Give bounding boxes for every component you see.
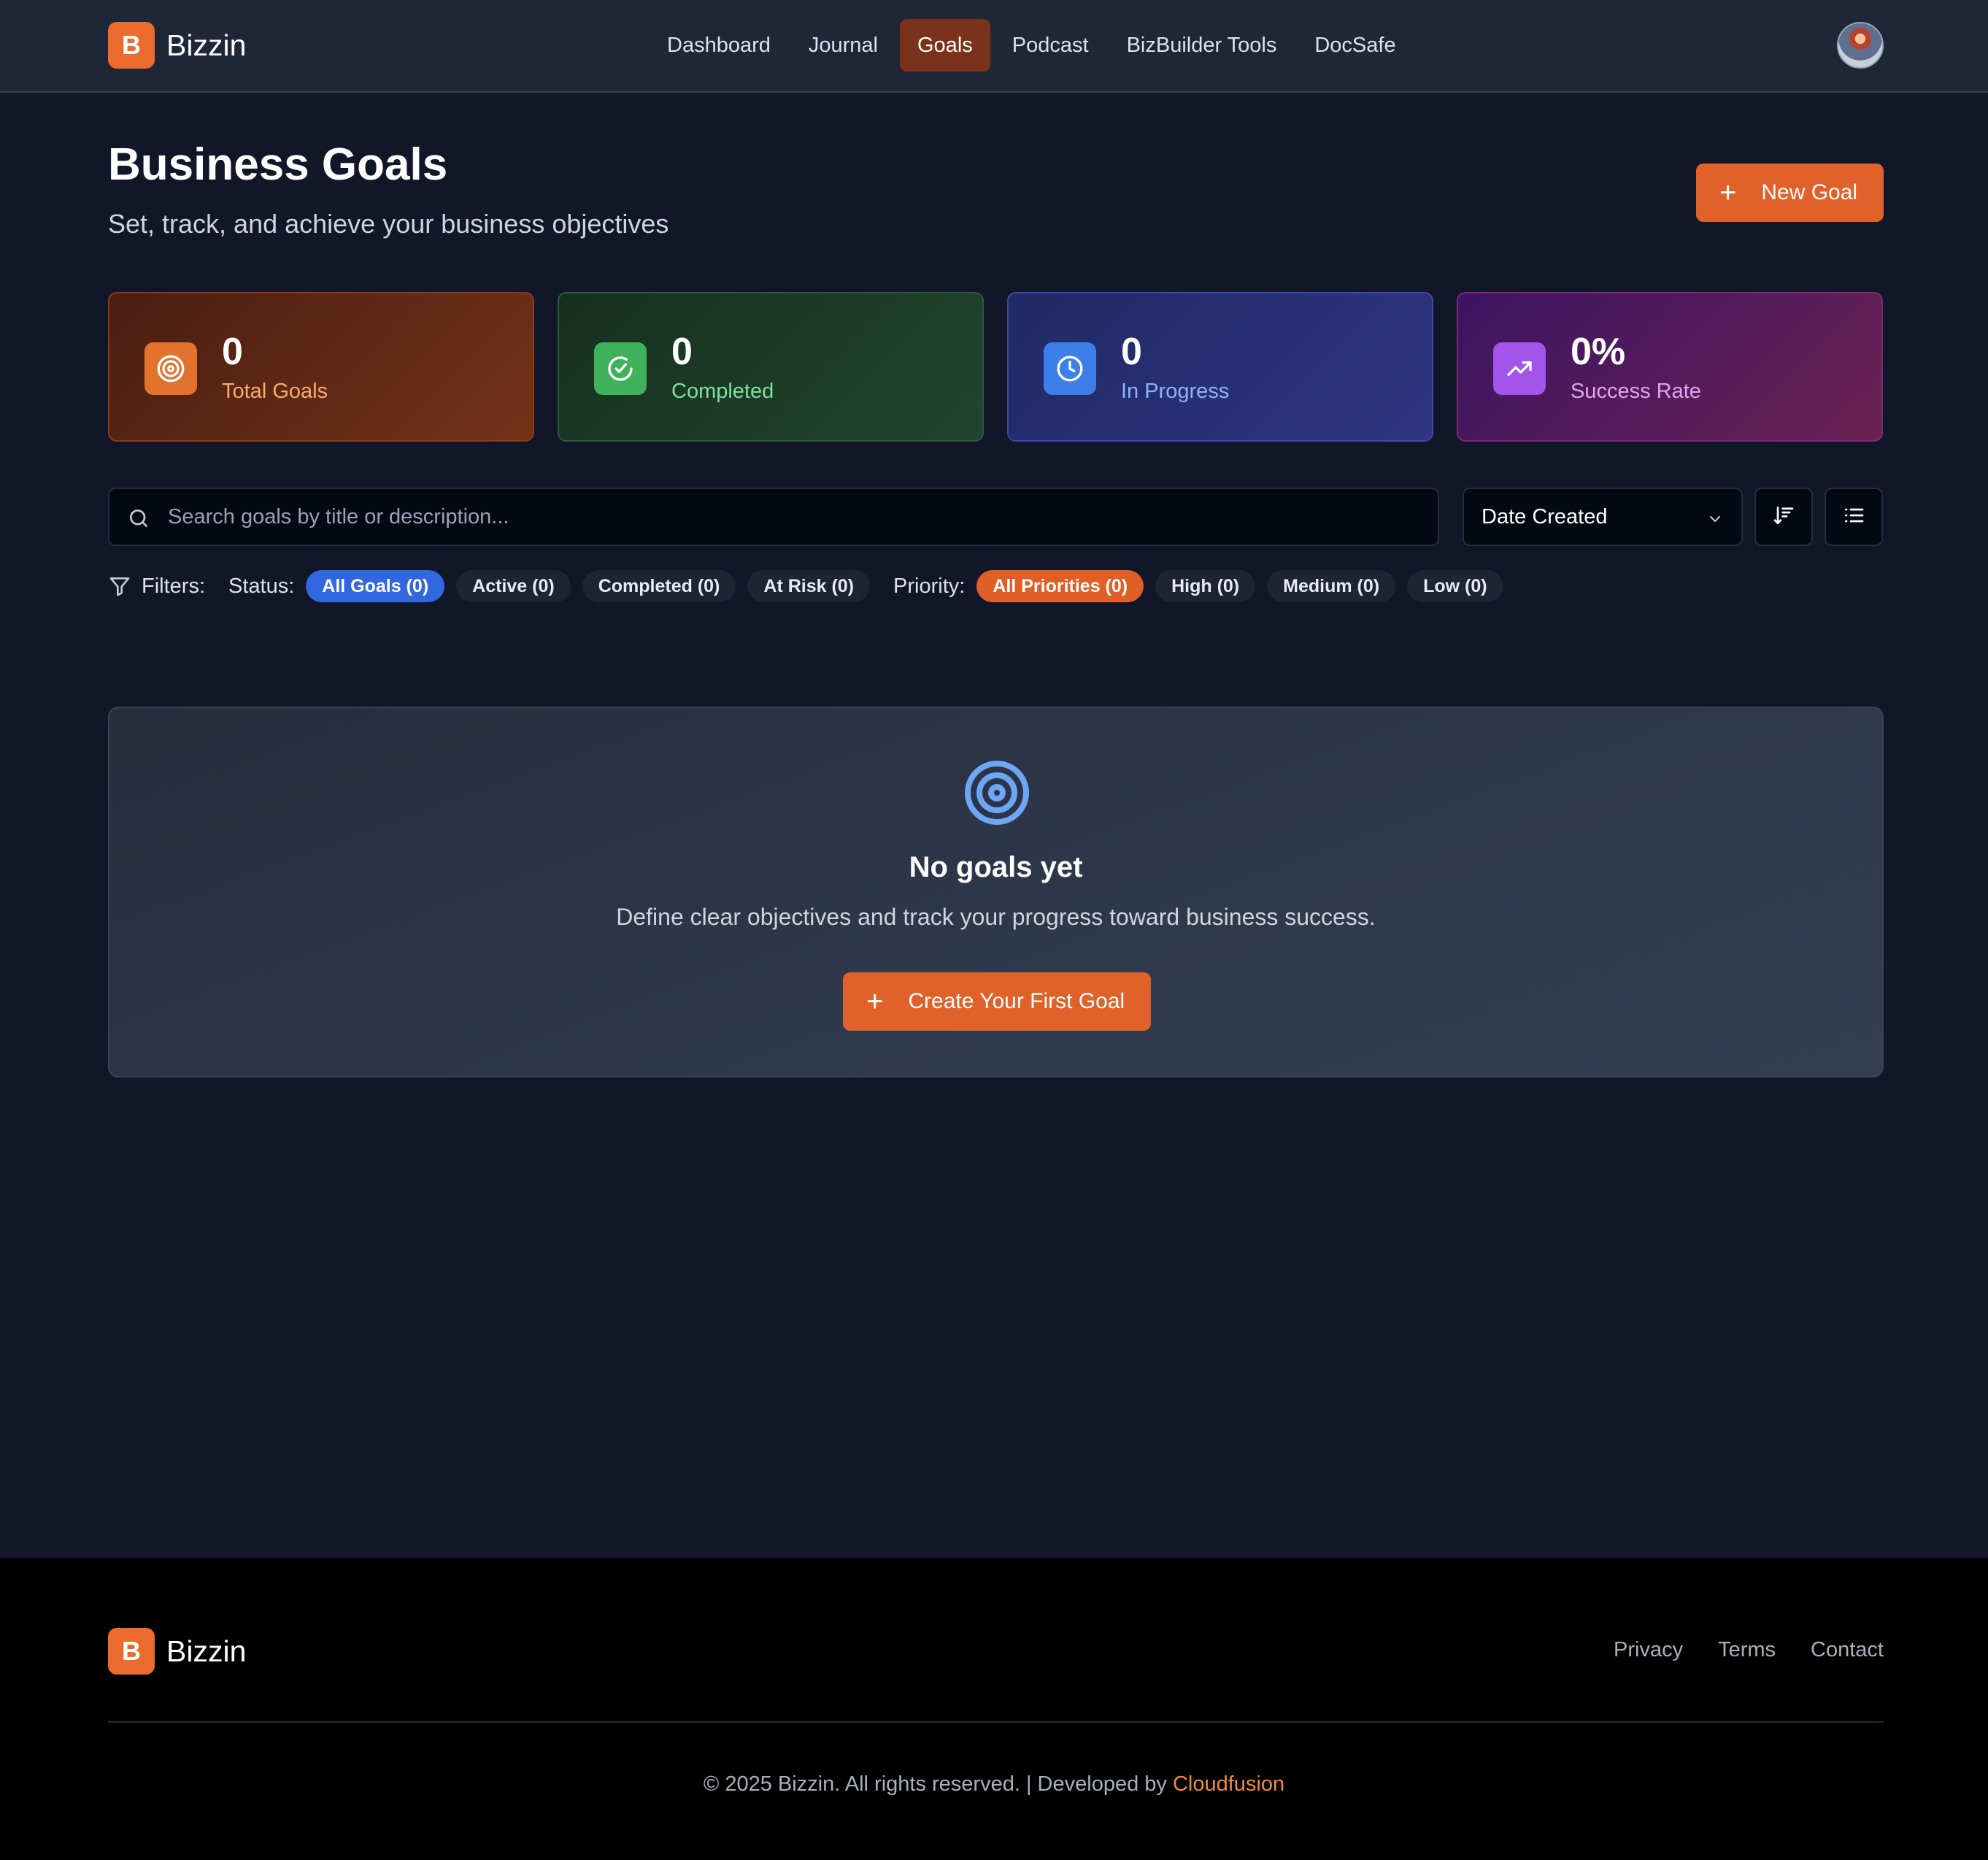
brand-name: Bizzin [166,1634,247,1668]
priority-chip-all[interactable]: All Priorities (0) [976,570,1144,602]
stat-card-success-rate: 0% Success Rate [1457,292,1883,442]
status-chip-at-risk[interactable]: At Risk (0) [747,570,871,602]
footer-brand-logo[interactable]: B Bizzin [108,1628,246,1675]
stat-label: Success Rate [1571,380,1701,403]
nav-docsafe[interactable]: DocSafe [1295,19,1414,72]
search-icon [127,507,150,534]
target-icon [145,342,197,395]
search-input[interactable] [168,489,1423,545]
stat-label: In Progress [1121,380,1230,403]
top-navbar: B Bizzin Dashboard Journal Goals Podcast… [0,0,1988,93]
copyright-text: © 2025 Bizzin. All rights reserved. | De… [703,1772,1173,1796]
stat-value: 0 [671,331,693,373]
priority-chip-low[interactable]: Low (0) [1407,570,1503,602]
clock-icon [1044,342,1096,395]
developer-link[interactable]: Cloudfusion [1173,1772,1284,1796]
sort-selected-value: Date Created [1482,504,1608,529]
logo-mark: B [108,22,155,69]
stat-value: 0% [1571,331,1626,373]
list-view-button[interactable] [1825,488,1883,546]
chevron-down-icon [1706,510,1724,534]
stat-card-in-progress: 0 In Progress [1007,292,1433,442]
status-chip-all[interactable]: All Goals (0) [306,570,445,602]
trending-up-icon [1493,342,1546,395]
logo-mark: B [108,1628,155,1675]
stat-card-total-goals: 0 Total Goals [108,292,534,442]
page-title: Business Goals [108,139,448,190]
stat-value: 0 [222,331,243,373]
empty-state-description: Define clear objectives and track your p… [616,904,1376,930]
empty-state-card: No goals yet Define clear objectives and… [108,707,1884,1077]
filters-label: Filters: [142,574,205,598]
stat-card-completed: 0 Completed [558,292,984,442]
new-goal-button[interactable]: + New Goal [1696,164,1884,222]
stat-value: 0 [1121,331,1142,373]
sort-select[interactable]: Date Created [1463,488,1743,546]
check-circle-icon [594,342,647,395]
main-nav: Dashboard Journal Goals Podcast BizBuild… [648,19,1415,72]
status-label: Status: [228,574,295,598]
status-chip-completed[interactable]: Completed (0) [582,570,736,602]
user-avatar[interactable] [1837,22,1884,69]
plus-icon: + [1719,177,1737,209]
footer-link-privacy[interactable]: Privacy [1614,1638,1683,1662]
list-icon [1842,504,1865,531]
new-goal-label: New Goal [1761,180,1858,204]
priority-chip-high[interactable]: High (0) [1155,570,1256,602]
nav-bizbuilder-tools[interactable]: BizBuilder Tools [1108,19,1296,72]
brand-name: Bizzin [166,28,247,62]
priority-chip-medium[interactable]: Medium (0) [1267,570,1396,602]
empty-state-title: No goals yet [909,851,1083,883]
footer: B Bizzin Privacy Terms Contact © 2025 Bi… [0,1558,1988,1860]
target-icon [962,758,1032,831]
nav-dashboard[interactable]: Dashboard [648,19,790,72]
nav-goals[interactable]: Goals [900,19,990,72]
create-first-goal-label: Create Your First Goal [908,989,1125,1013]
page-subtitle: Set, track, and achieve your business ob… [108,209,669,239]
filter-bar: Filters: Status: All Goals (0) Active (0… [108,569,1515,603]
status-chip-active[interactable]: Active (0) [456,570,571,602]
create-first-goal-button[interactable]: + Create Your First Goal [843,972,1151,1031]
brand-logo[interactable]: B Bizzin [108,22,246,69]
sort-direction-button[interactable] [1754,488,1813,546]
footer-links: Privacy Terms Contact [1579,1638,1884,1662]
footer-link-terms[interactable]: Terms [1718,1638,1776,1662]
footer-divider [108,1721,1884,1723]
nav-journal[interactable]: Journal [790,19,897,72]
copyright: © 2025 Bizzin. All rights reserved. | De… [0,1772,1988,1796]
priority-label: Priority: [893,574,966,598]
stat-label: Total Goals [222,380,328,403]
footer-link-contact[interactable]: Contact [1811,1638,1884,1662]
nav-podcast[interactable]: Podcast [993,19,1108,72]
filter-icon [108,574,131,598]
sort-descending-icon [1772,504,1795,531]
search-box [108,488,1439,546]
stat-label: Completed [671,380,774,403]
plus-icon: + [866,985,884,1018]
